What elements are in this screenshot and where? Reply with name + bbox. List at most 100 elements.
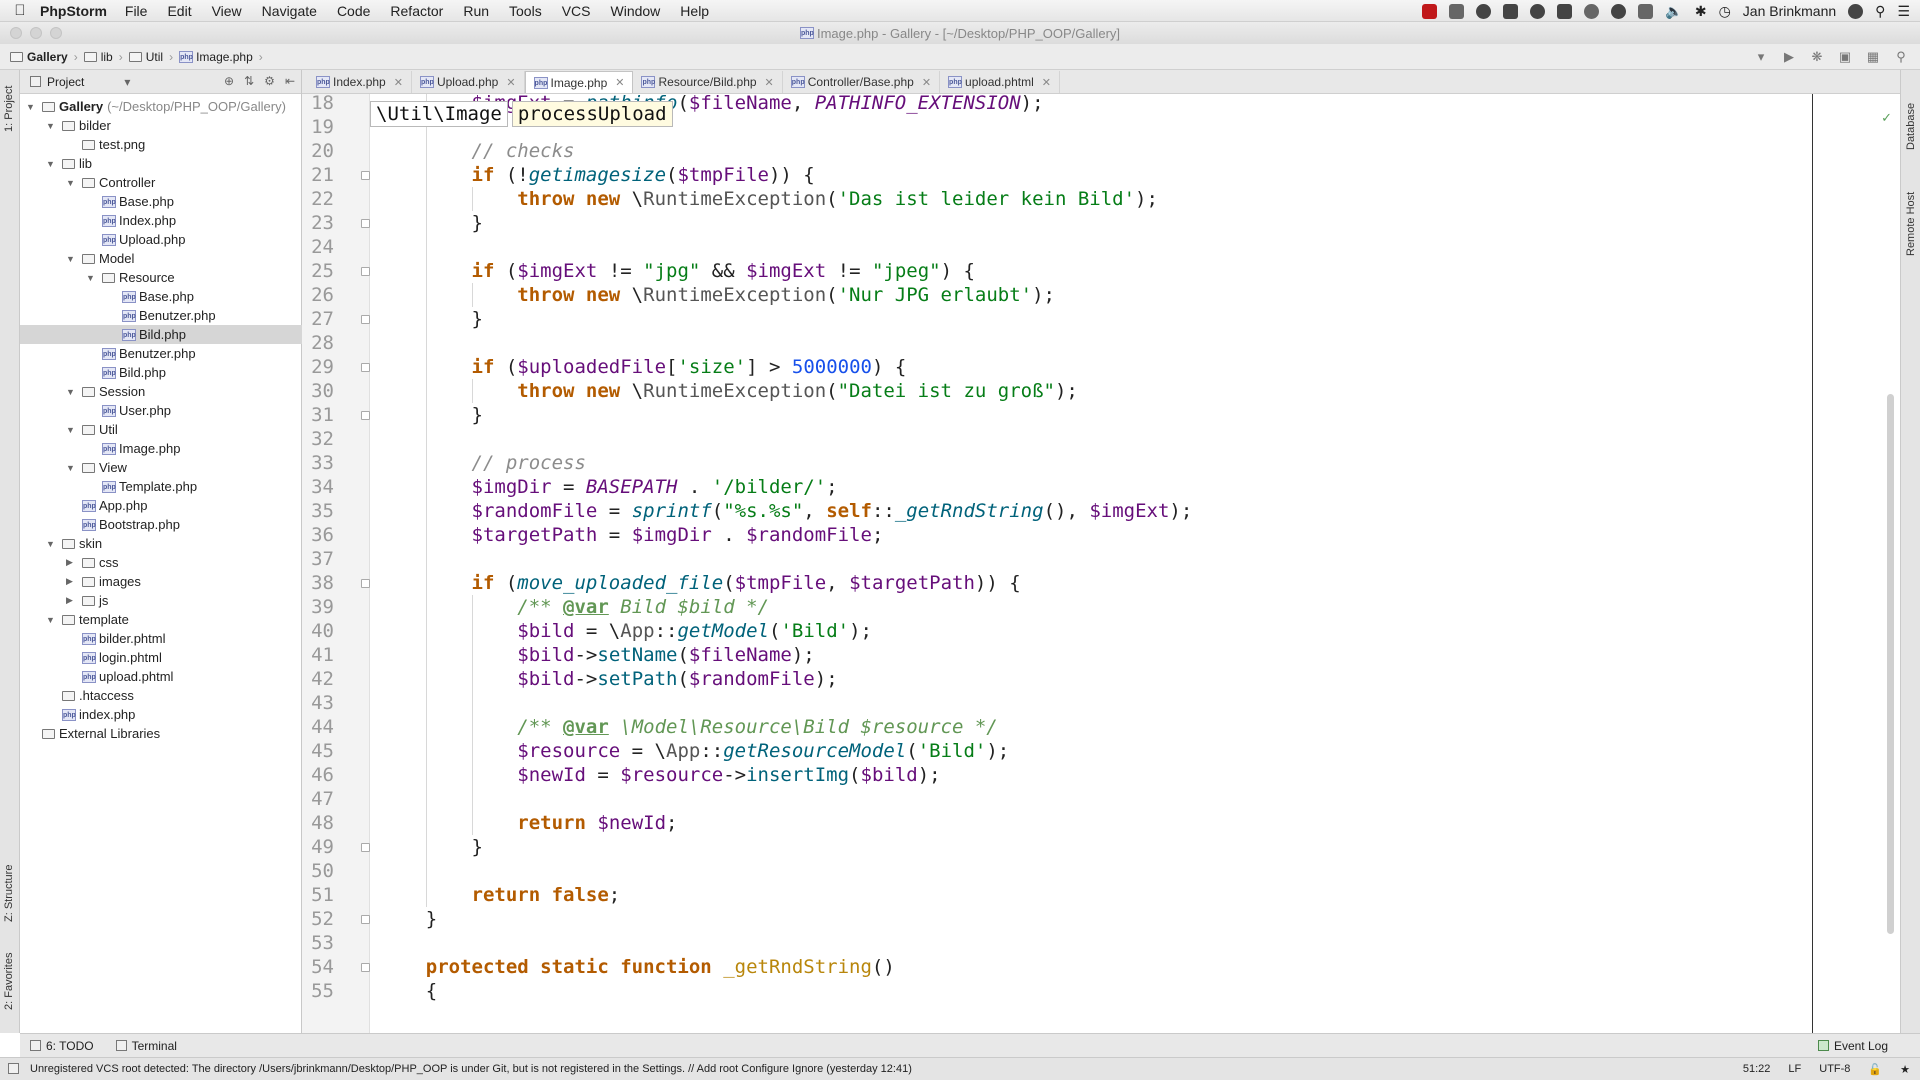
user-icon[interactable] [1848, 3, 1864, 19]
dropbox-icon[interactable] [1449, 3, 1465, 19]
tree-item[interactable]: php Base.php [20, 192, 302, 211]
run-icon[interactable]: ▶ [1780, 48, 1798, 66]
expand-arrow-icon[interactable]: ▼ [86, 273, 98, 283]
line-number[interactable]: 54 [302, 955, 334, 979]
line-number[interactable]: 53 [302, 931, 334, 955]
line-number[interactable]: 31 [302, 403, 334, 427]
expand-arrow-icon[interactable]: ▼ [26, 102, 38, 112]
close-icon[interactable]: ✕ [922, 76, 931, 89]
line-number[interactable]: 23 [302, 211, 334, 235]
code-line[interactable]: $bild->setPath($randomFile); [380, 667, 837, 691]
tree-item[interactable]: php App.php [20, 496, 302, 515]
tree-item[interactable]: ▼ Util [20, 420, 302, 439]
line-number[interactable]: 38 [302, 571, 334, 595]
fold-marker-icon[interactable] [361, 171, 370, 180]
line-number[interactable]: 29 [302, 355, 334, 379]
favorites-tool-button[interactable]: 2: Favorites [3, 953, 15, 1010]
tree-item[interactable]: ▼ bilder [20, 116, 302, 135]
line-number[interactable]: 19 [302, 115, 334, 139]
evernote-icon[interactable] [1611, 3, 1627, 19]
collapse-arrow-icon[interactable]: ▶ [66, 576, 78, 587]
vcs-icon[interactable]: ▦ [1864, 48, 1882, 66]
line-number[interactable]: 34 [302, 475, 334, 499]
code-line[interactable]: throw new \RuntimeException('Nur JPG erl… [380, 283, 1055, 307]
close-icon[interactable]: ✕ [615, 76, 624, 89]
tree-item[interactable]: php Bootstrap.php [20, 515, 302, 534]
fold-marker-icon[interactable] [361, 219, 370, 228]
sync-icon[interactable] [1476, 3, 1492, 19]
close-icon[interactable]: ✕ [506, 76, 515, 89]
caret-position[interactable]: 51:22 [1743, 1063, 1771, 1075]
tab-upload-phtml[interactable]: php upload.phtml ✕ [940, 71, 1060, 93]
run-config-dropdown-icon[interactable]: ▾ [1752, 48, 1770, 66]
tool-windows-toggle-icon[interactable] [8, 1063, 19, 1074]
code-line[interactable]: $randomFile = sprintf("%s.%s", self::_ge… [380, 499, 1193, 523]
info-icon[interactable] [1530, 3, 1546, 19]
expand-arrow-icon[interactable]: ▼ [66, 387, 78, 397]
expand-arrow-icon[interactable]: ▼ [46, 539, 58, 549]
collapse-arrow-icon[interactable]: ▶ [66, 557, 78, 568]
todo-tool-button[interactable]: 6: TODO [30, 1039, 94, 1053]
expand-arrow-icon[interactable]: ▼ [46, 615, 58, 625]
tree-item[interactable]: php upload.phtml [20, 667, 302, 686]
code-editor[interactable]: 18 19 20 21 22 23 24 25 26 27 28 29 30 31 32 33 34 35 36 37… [302, 94, 1900, 1033]
inspection-ok-icon[interactable]: ✓ [1881, 110, 1892, 126]
code-line[interactable]: return false; [380, 883, 621, 907]
tree-item[interactable]: ▼ template [20, 610, 302, 629]
status-message[interactable]: Unregistered VCS root detected: The dire… [30, 1063, 912, 1075]
fold-marker-icon[interactable] [361, 267, 370, 276]
bluetooth-icon[interactable]: ✱ [1695, 3, 1707, 20]
line-number[interactable]: 26 [302, 283, 334, 307]
screen-icon[interactable] [1638, 3, 1654, 19]
line-number[interactable]: 18 [302, 94, 334, 115]
code-line[interactable]: throw new \RuntimeException('Das ist lei… [380, 187, 1158, 211]
zoom-window-icon[interactable] [50, 27, 62, 39]
line-number[interactable]: 50 [302, 859, 334, 883]
menu-navigate[interactable]: Navigate [262, 3, 317, 19]
line-number[interactable]: 51 [302, 883, 334, 907]
event-log-button[interactable]: Event Log [1817, 1039, 1888, 1053]
expand-arrow-icon[interactable]: ▼ [66, 254, 78, 264]
tree-item[interactable]: php login.phtml [20, 648, 302, 667]
fold-marker-icon[interactable] [361, 963, 370, 972]
tree-item[interactable]: php Bild.php [20, 363, 302, 382]
nav-crumb[interactable]: Gallery › [10, 50, 78, 64]
line-number[interactable]: 43 [302, 691, 334, 715]
line-number[interactable]: 40 [302, 619, 334, 643]
menu-window[interactable]: Window [611, 3, 661, 19]
scroll-from-source-icon[interactable]: ⊕ [224, 74, 234, 88]
search-everywhere-icon[interactable]: ⚲ [1892, 48, 1910, 66]
file-encoding[interactable]: UTF-8 [1819, 1063, 1850, 1075]
tree-item[interactable]: ▼ Resource [20, 268, 302, 287]
code-line[interactable]: { [380, 979, 437, 1003]
tree-item[interactable]: ▼ Session [20, 382, 302, 401]
tree-item[interactable]: ▼ Controller [20, 173, 302, 192]
time-machine-icon[interactable]: ◷ [1719, 3, 1731, 20]
tree-item[interactable]: ▼ Model [20, 249, 302, 268]
tree-item[interactable]: ▼ lib [20, 154, 302, 173]
bookmark-icon[interactable] [1557, 3, 1573, 19]
menu-code[interactable]: Code [337, 3, 370, 19]
minimize-window-icon[interactable] [30, 27, 42, 39]
code-line[interactable]: $resource = \App::getResourceModel('Bild… [380, 739, 1009, 763]
volume-icon[interactable]: 🔈 [1665, 3, 1682, 20]
code-line[interactable]: /** @var \Model\Resource\Bild $resource … [380, 715, 997, 739]
line-number[interactable]: 41 [302, 643, 334, 667]
code-line[interactable]: if ($imgExt != "jpg" && $imgExt != "jpeg… [380, 259, 975, 283]
line-number[interactable]: 30 [302, 379, 334, 403]
menu-tools[interactable]: Tools [509, 3, 542, 19]
line-number[interactable]: 45 [302, 739, 334, 763]
code-line[interactable]: } [380, 211, 483, 235]
line-number[interactable]: 20 [302, 139, 334, 163]
tree-item[interactable]: php Index.php [20, 211, 302, 230]
close-icon[interactable]: ✕ [394, 76, 403, 89]
tree-item[interactable]: ▶ images [20, 572, 302, 591]
tab-upload-php[interactable]: php Upload.php ✕ [412, 71, 525, 93]
expand-arrow-icon[interactable]: ▼ [66, 425, 78, 435]
code-line[interactable]: $targetPath = $imgDir . $randomFile; [380, 523, 884, 547]
editor-scrollbar[interactable] [1887, 394, 1894, 934]
code-line[interactable]: /** @var Bild $bild */ [380, 595, 769, 619]
line-number[interactable]: 49 [302, 835, 334, 859]
code-line[interactable]: $bild = \App::getModel('Bild'); [380, 619, 872, 643]
app-name[interactable]: PhpStorm [40, 3, 107, 19]
